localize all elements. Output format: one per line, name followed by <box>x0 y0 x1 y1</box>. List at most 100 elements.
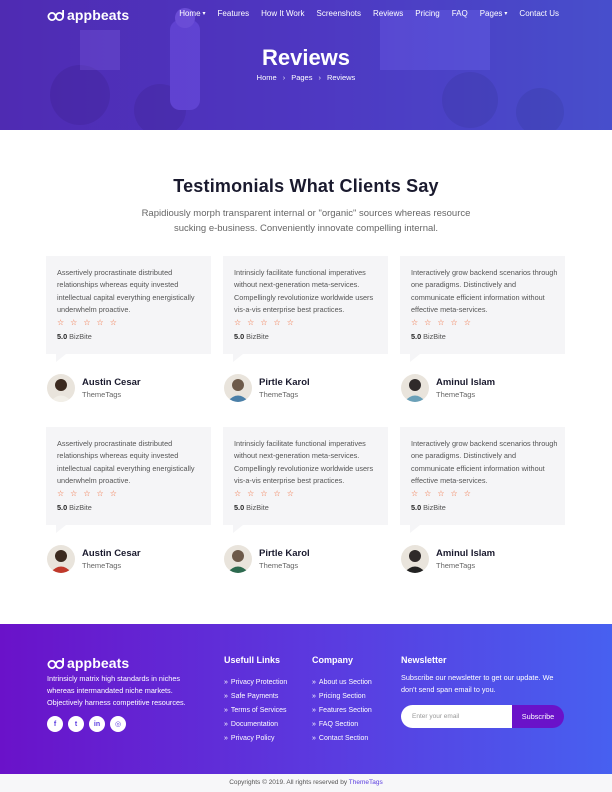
useful-link[interactable]: » Privacy Protection <box>224 675 287 689</box>
testimonial-author: Aminul Islam ThemeTags <box>401 545 495 573</box>
nav-item-pages[interactable]: Pages ▾ <box>480 9 508 18</box>
chevron-right-icon: › <box>318 73 321 82</box>
company-link[interactable]: » FAQ Section <box>312 717 372 731</box>
star-icon: ☆ <box>96 489 104 498</box>
testimonial-text: Assertively procrastinate distributed re… <box>57 268 195 315</box>
star-icon: ☆ <box>450 318 458 327</box>
subscribe-button[interactable]: Subscribe <box>512 705 564 728</box>
facebook-icon[interactable]: f <box>47 716 63 732</box>
author-company: ThemeTags <box>436 390 476 399</box>
card-pointer <box>233 525 243 533</box>
company-link[interactable]: » Pricing Section <box>312 689 372 703</box>
company-link-label: Contact Section <box>318 734 369 742</box>
card-pointer <box>410 525 420 533</box>
star-icon: ☆ <box>83 318 91 327</box>
newsletter-email-input[interactable]: Enter your email <box>401 705 515 728</box>
nav-item-reviews[interactable]: Reviews <box>373 9 403 18</box>
useful-links-column: Usefull Links » Privacy Protection» Safe P… <box>224 655 287 745</box>
useful-link[interactable]: » Terms of Services <box>224 703 287 717</box>
author-info: Pirtle Karol ThemeTags <box>259 548 310 570</box>
company-link[interactable]: » Contact Section <box>312 731 372 745</box>
star-icon: ☆ <box>247 318 255 327</box>
star-icon: ☆ <box>234 318 242 327</box>
nav-item-home[interactable]: Home ▾ <box>179 9 205 18</box>
useful-links-list: » Privacy Protection» Safe Payments» Terms … <box>224 675 287 745</box>
person-photo-icon <box>224 374 252 402</box>
social-links: f t in ◎ <box>47 716 131 732</box>
rating-score: 5.0 BizBite <box>57 503 92 512</box>
rating-value: 5.0 <box>234 503 245 512</box>
author-name: Pirtle Karol <box>259 377 310 388</box>
double-chevron-right-icon: » <box>224 706 228 714</box>
footer-logo[interactable]: appbeats <box>47 655 129 671</box>
testimonial-text: Interactively grow backend scenarios thr… <box>411 268 558 315</box>
card-pointer <box>56 354 66 362</box>
testimonial-text: Intrinsicly facilitate functional impera… <box>234 268 374 315</box>
star-rating: ☆ ☆ ☆ ☆ ☆ <box>411 489 477 498</box>
nav-item-features[interactable]: Features <box>218 9 250 18</box>
linkedin-icon[interactable]: in <box>89 716 105 732</box>
breadcrumb-home[interactable]: Home <box>257 73 277 82</box>
nav-item-label: Pages <box>479 9 503 18</box>
useful-link-label: Safe Payments <box>230 692 279 700</box>
star-icon: ☆ <box>450 489 458 498</box>
star-icon: ☆ <box>70 489 78 498</box>
nav-item-contact-us[interactable]: Contact Us <box>519 9 559 18</box>
caret-down-icon: ▾ <box>202 11 206 17</box>
brand-logo[interactable]: appbeats <box>47 7 129 23</box>
company-link-label: Pricing Section <box>318 692 366 700</box>
double-chevron-right-icon: » <box>312 678 316 686</box>
useful-link[interactable]: » Documentation <box>224 717 287 731</box>
author-name: Austin Cesar <box>82 548 141 559</box>
star-rating: ☆ ☆ ☆ ☆ ☆ <box>57 489 123 498</box>
nav-item-how-it-work[interactable]: How It Work <box>261 9 304 18</box>
useful-link-label: Privacy Policy <box>230 734 275 742</box>
star-icon: ☆ <box>273 318 281 327</box>
double-chevron-right-icon: » <box>312 706 316 714</box>
useful-link[interactable]: » Safe Payments <box>224 689 287 703</box>
card-pointer <box>410 354 420 362</box>
rating-value: 5.0 <box>57 503 68 512</box>
testimonial-card: Assertively procrastinate distributed re… <box>46 427 211 533</box>
newsletter-title: Newsletter <box>401 655 447 665</box>
copyright-bar: Copyrights © 2019. All rights reserved b… <box>0 774 612 792</box>
twitter-icon[interactable]: t <box>68 716 84 732</box>
nav-item-label: Home <box>179 9 201 18</box>
star-rating: ☆ ☆ ☆ ☆ ☆ <box>234 318 300 327</box>
author-info: Austin Cesar ThemeTags <box>82 548 141 570</box>
nav-item-pricing[interactable]: Pricing <box>415 9 439 18</box>
useful-link[interactable]: » Privacy Policy <box>224 731 287 745</box>
breadcrumb-current: Reviews <box>326 73 356 82</box>
useful-link-label: Privacy Protection <box>230 678 288 686</box>
card-pointer <box>233 354 243 362</box>
footer-brand-name: appbeats <box>67 655 130 671</box>
breadcrumb-pages[interactable]: Pages <box>291 73 312 82</box>
author-name: Aminul Islam <box>436 377 496 388</box>
nav-item-screenshots[interactable]: Screenshots <box>317 9 361 18</box>
person-photo-icon <box>401 374 429 402</box>
brand-name: appbeats <box>67 7 130 23</box>
useful-link-label: Documentation <box>230 720 278 728</box>
company-link-label: About us Section <box>318 678 372 686</box>
author-company: ThemeTags <box>82 561 122 570</box>
double-chevron-right-icon: » <box>224 692 228 700</box>
star-icon: ☆ <box>109 489 117 498</box>
rating-source: BizBite <box>246 332 269 341</box>
company-column: Company » About us Section» Pricing Sectio… <box>312 655 372 745</box>
footer-about: Intrinsicly matrix high standards in nic… <box>47 674 186 707</box>
star-icon: ☆ <box>96 318 104 327</box>
copyright-link[interactable]: ThemeTags <box>349 779 383 786</box>
double-chevron-right-icon: » <box>224 734 228 742</box>
company-links-list: » About us Section» Pricing Section» Featur… <box>312 675 372 745</box>
rating-source: BizBite <box>423 503 446 512</box>
company-link[interactable]: » Features Section <box>312 703 372 717</box>
star-rating: ☆ ☆ ☆ ☆ ☆ <box>57 318 123 327</box>
person-photo-icon <box>401 545 429 573</box>
nav-item-faq[interactable]: FAQ <box>452 9 468 18</box>
page-title: Reviews <box>261 45 351 70</box>
company-link[interactable]: » About us Section <box>312 675 372 689</box>
star-icon: ☆ <box>260 318 268 327</box>
testimonial-card: Interactively grow backend scenarios thr… <box>400 427 565 533</box>
rating-value: 5.0 <box>411 332 422 341</box>
dribbble-icon[interactable]: ◎ <box>110 716 126 732</box>
